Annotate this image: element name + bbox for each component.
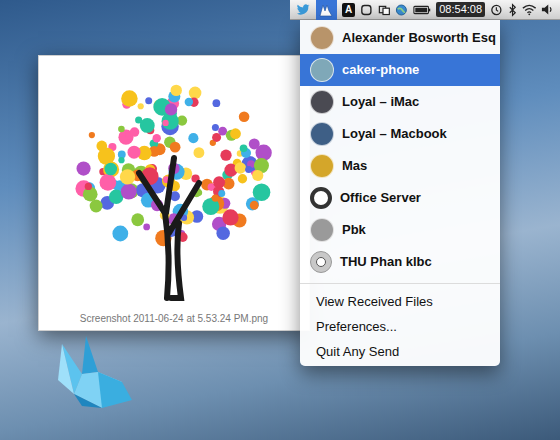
menu-action[interactable]: Preferences... [300,314,500,339]
tree-picture-icon [49,63,299,308]
contact-list: Alexander Bosworth Esq caker-phone Loyal –… [300,22,500,278]
file-caption: Screenshot 2011-06-24 at 5.53.24 PM.png [43,310,305,326]
contact-name: Loyal – iMac [342,92,419,112]
avatar-icon [310,90,334,114]
globe-icon[interactable] [395,3,408,17]
volume-icon[interactable] [541,3,554,16]
contact-item[interactable]: THU Phan klbc [300,246,500,278]
anysend-icon [318,3,334,17]
menu-action[interactable]: Quit Any Send [300,339,500,364]
battery-icon[interactable] [413,4,431,16]
contact-item[interactable]: Mas [300,150,500,182]
contact-name: Pbk [342,220,366,240]
contact-name: Mas [342,156,367,176]
twitter-bird-icon[interactable] [296,3,311,17]
contact-name: THU Phan klbc [340,252,432,272]
avatar-icon [310,122,334,146]
contact-name: Loyal – Macbook [342,124,447,144]
desktop: A 08:54:08 Screenshot 2011-06-24 at 5.53… [0,0,560,440]
contact-item[interactable]: Loyal – Macbook [300,118,500,150]
contact-item[interactable]: caker-phone [300,54,500,86]
contact-name: caker-phone [342,60,419,80]
wifi-icon[interactable] [522,3,537,16]
anysend-menu: Alexander Bosworth Esq caker-phone Loyal –… [300,20,500,366]
contact-item[interactable]: Loyal – iMac [300,86,500,118]
contact-item[interactable]: Pbk [300,214,500,246]
image-preview [43,60,305,310]
contact-name: Office Server [340,188,421,208]
menu-action[interactable]: View Received Files [300,289,500,314]
adobe-icon[interactable]: A [342,3,355,17]
contact-name: Alexander Bosworth Esq [342,28,496,48]
sync-icon[interactable] [378,3,391,17]
bluetooth-icon[interactable] [508,3,517,17]
window-icon[interactable] [360,3,373,17]
anysend-logo-icon [52,334,138,410]
avatar-icon [310,218,334,242]
avatar-icon [310,26,334,50]
avatar-icon [310,154,334,178]
contact-item[interactable]: Office Server [300,182,500,214]
clock[interactable]: 08:54:08 [436,2,485,17]
preview-window[interactable]: Screenshot 2011-06-24 at 5.53.24 PM.png [38,55,310,331]
time-machine-icon[interactable] [490,3,503,17]
mascot-icon [310,251,332,273]
menu-separator [300,283,500,284]
server-icon [310,187,332,209]
contact-item[interactable]: Alexander Bosworth Esq [300,22,500,54]
mascot-face [316,257,326,267]
menu-bar: A 08:54:08 [290,0,560,20]
action-list: View Received FilesPreferences...Quit An… [300,289,500,364]
avatar-icon [310,58,334,82]
anysend-menu-item[interactable] [316,0,338,20]
